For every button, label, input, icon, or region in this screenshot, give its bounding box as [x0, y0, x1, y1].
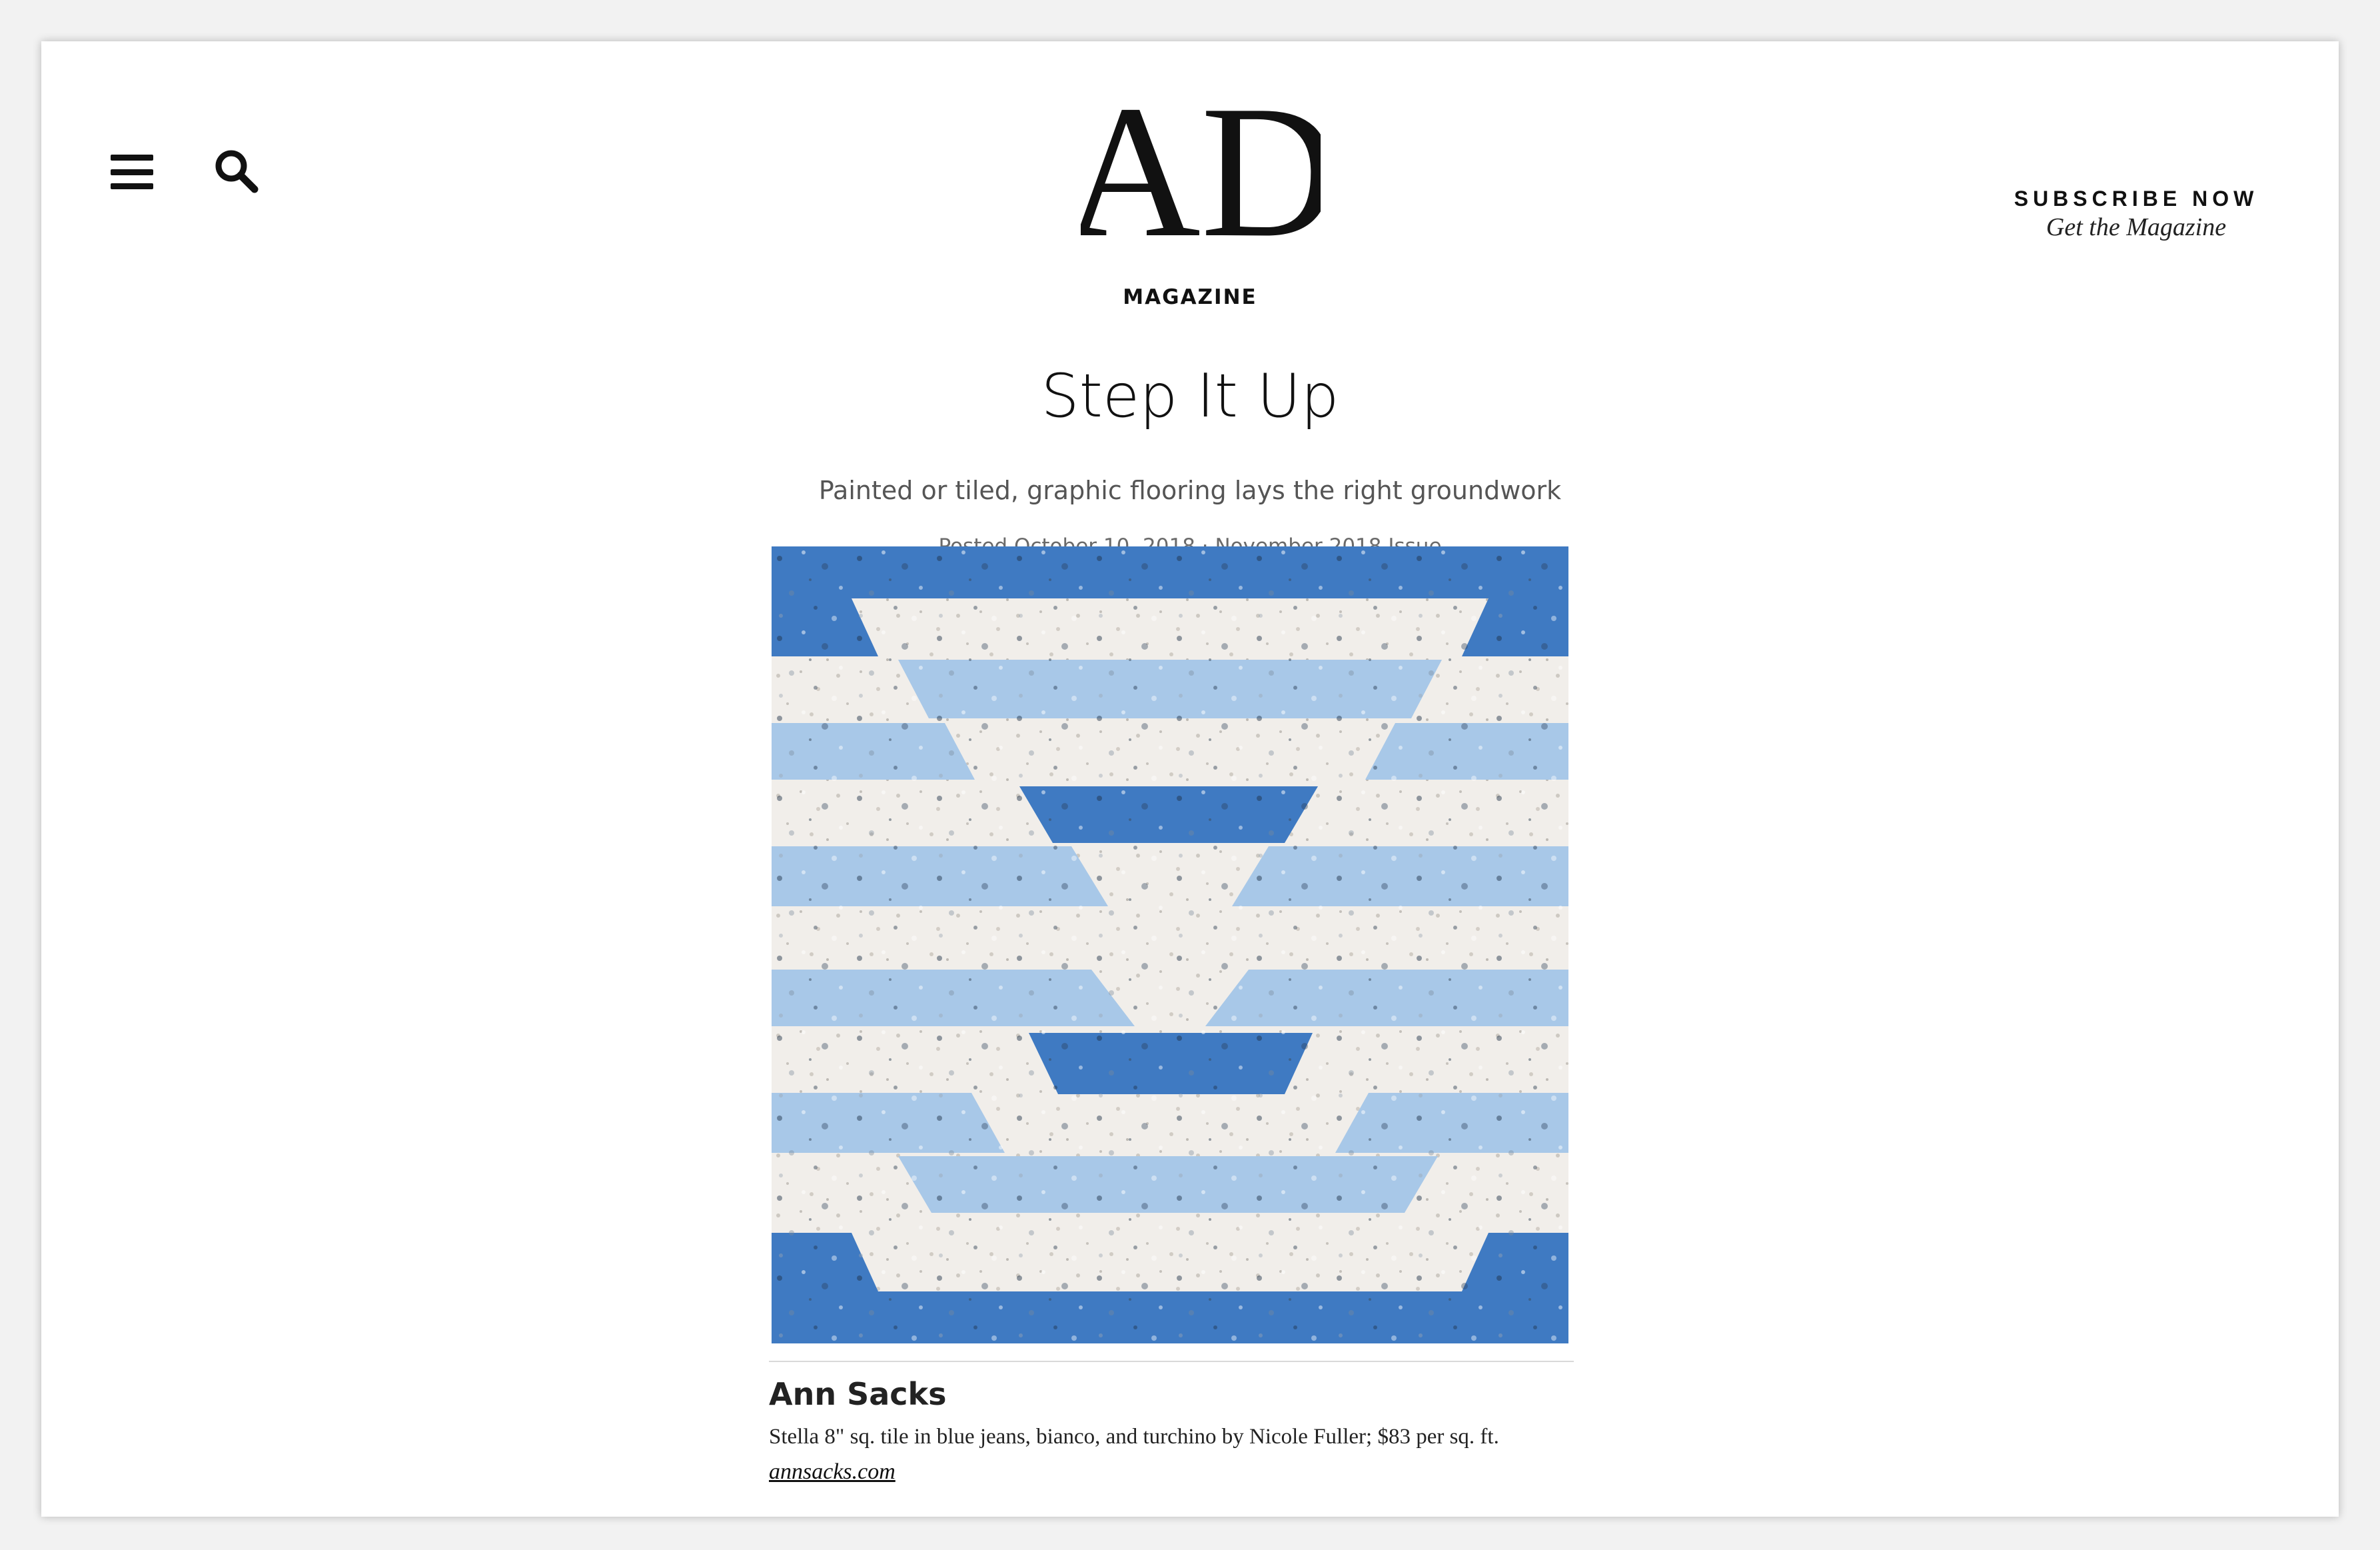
- article-dek: Painted or tiled, graphic flooring lays …: [818, 476, 1562, 505]
- caption-divider: [769, 1361, 1574, 1362]
- tile-image: [772, 546, 1568, 1343]
- product-link[interactable]: annsacks.com: [769, 1459, 895, 1485]
- logo-text: AD: [1081, 79, 1321, 252]
- menu-bar: [111, 183, 153, 189]
- subscribe-sub: Get the Magazine: [2046, 213, 2227, 241]
- search-icon[interactable]: [213, 148, 260, 195]
- subscribe-cta: SUBSCRIBE NOW: [2014, 187, 2259, 211]
- menu-bar: [111, 155, 153, 161]
- hamburger-menu-icon[interactable]: [111, 155, 153, 189]
- menu-bar: [111, 169, 153, 175]
- article-headline: Step It Up: [1041, 361, 1339, 431]
- subscribe-link[interactable]: SUBSCRIBE NOW Get the Magazine: [1996, 187, 2276, 242]
- page: AD SUBSCRIBE NOW Get the Magazine MAGAZI…: [41, 41, 2339, 1517]
- ad-logo[interactable]: AD: [1081, 79, 1321, 252]
- product-description: Stella 8" sq. tile in blue jeans, bianco…: [769, 1425, 1499, 1449]
- product-brand: Ann Sacks: [769, 1376, 947, 1412]
- section-rubric[interactable]: MAGAZINE: [41, 285, 2339, 309]
